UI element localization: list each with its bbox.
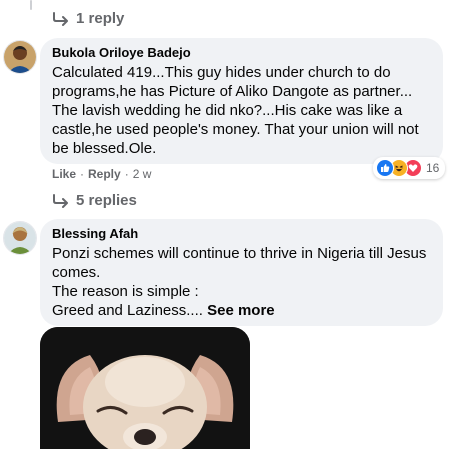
avatar-photo (4, 222, 36, 254)
reaction-summary[interactable]: 16 (373, 157, 446, 179)
reaction-count: 16 (426, 161, 440, 175)
avatar-photo (4, 41, 36, 73)
like-reaction-icon (376, 159, 394, 177)
separator-dot: · (124, 167, 129, 181)
comment-timestamp[interactable]: 2 w (133, 167, 152, 181)
see-more-link[interactable]: See more (207, 302, 275, 319)
dog-photo (40, 327, 250, 449)
comment-bubble: Blessing Afah Ponzi schemes will continu… (40, 219, 443, 326)
reply-button[interactable]: Reply (88, 167, 121, 181)
comment-text: Ponzi schemes will continue to thrive in… (52, 244, 431, 320)
reply-arrow-icon (53, 11, 68, 26)
avatar[interactable] (3, 40, 37, 74)
comment-bubble: Bukola Oriloye Badejo Calculated 419...T… (40, 38, 443, 164)
reply-arrow-icon (53, 193, 68, 208)
view-replies-label: 5 replies (76, 192, 137, 209)
view-replies-link[interactable]: 5 replies (52, 192, 137, 209)
view-replies-label: 1 reply (76, 10, 125, 27)
view-replies-link-top[interactable]: 1 reply (52, 10, 124, 27)
avatar[interactable] (3, 221, 37, 255)
like-button[interactable]: Like (52, 167, 76, 181)
separator-dot: · (80, 167, 85, 181)
comment-author[interactable]: Blessing Afah (52, 226, 431, 242)
thread-connector (30, 0, 32, 10)
comment-actions: Like · Reply · 2 w (52, 167, 151, 181)
comment-text: Calculated 419...This guy hides under ch… (52, 64, 419, 157)
comment-author[interactable]: Bukola Oriloye Badejo (52, 45, 431, 61)
comment-attached-photo[interactable] (40, 327, 250, 449)
